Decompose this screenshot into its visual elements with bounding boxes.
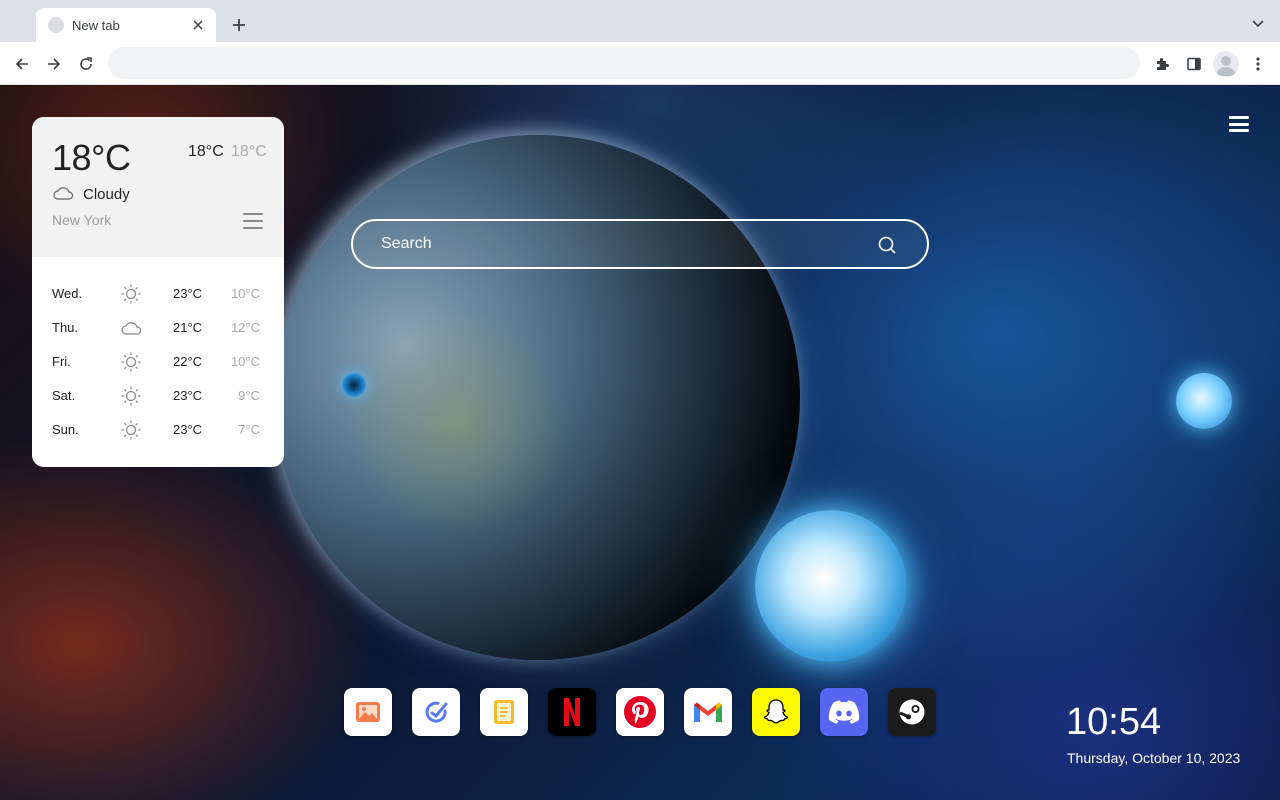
forecast-low: 12°C xyxy=(230,320,260,335)
new-tab-page: 18°C 18°C 18°C Cloudy New York Wed. 23°C… xyxy=(0,85,1280,800)
forecast-row: Sat. 23°C 9°C xyxy=(32,379,284,413)
forecast-high: 23°C xyxy=(173,286,203,301)
tab-new-tab[interactable]: New tab xyxy=(36,8,216,42)
cloud-icon xyxy=(120,317,142,339)
forecast-day: Sat. xyxy=(52,388,76,403)
wallpaper-glowing-orb xyxy=(1176,373,1232,429)
weather-current: 18°C 18°C 18°C Cloudy New York xyxy=(32,117,284,257)
sun-icon xyxy=(120,283,142,305)
tab-strip: New tab xyxy=(0,0,1280,42)
chevron-down-icon[interactable] xyxy=(1250,16,1266,32)
forecast-row: Sun. 23°C 7°C xyxy=(32,413,284,447)
forecast-day: Sun. xyxy=(52,422,79,437)
profile-avatar-icon[interactable] xyxy=(1213,51,1239,77)
new-tab-button[interactable] xyxy=(228,14,250,36)
forecast-day: Wed. xyxy=(52,286,83,301)
sun-icon xyxy=(120,385,142,407)
tab-title: New tab xyxy=(72,17,120,33)
forecast-high: 22°C xyxy=(173,354,203,369)
forecast-low: 10°C xyxy=(230,286,260,301)
search-input[interactable] xyxy=(381,221,861,267)
weather-city: New York xyxy=(52,212,112,228)
photos-app-icon[interactable] xyxy=(344,688,392,736)
forecast-day: Fri. xyxy=(52,354,71,369)
address-bar[interactable] xyxy=(108,47,1140,79)
extensions-puzzle-icon[interactable] xyxy=(1150,52,1174,76)
forward-arrow-icon[interactable] xyxy=(42,52,66,76)
sun-icon xyxy=(120,351,142,373)
forecast-low: 7°C xyxy=(238,422,260,437)
snapchat-app-icon[interactable] xyxy=(752,688,800,736)
forecast-high: 23°C xyxy=(173,422,203,437)
netflix-app-icon[interactable] xyxy=(548,688,596,736)
tasks-app-icon[interactable] xyxy=(412,688,460,736)
side-panel-icon[interactable] xyxy=(1182,52,1206,76)
forecast-high: 21°C xyxy=(173,320,203,335)
gmail-app-icon[interactable] xyxy=(684,688,732,736)
tab-favicon-icon xyxy=(48,17,64,33)
reload-icon[interactable] xyxy=(74,52,98,76)
back-arrow-icon[interactable] xyxy=(10,52,34,76)
wallpaper-glowing-planet xyxy=(755,510,907,662)
clock-date: Thursday, October 10, 2023 xyxy=(1067,750,1241,766)
app-dock xyxy=(344,688,936,736)
forecast-row: Thu. 21°C 12°C xyxy=(32,311,284,345)
close-tab-icon[interactable] xyxy=(190,17,206,33)
more-vert-icon[interactable] xyxy=(1246,52,1270,76)
forecast-day: Thu. xyxy=(52,320,79,335)
cloud-icon xyxy=(52,185,74,201)
search-box xyxy=(351,219,929,269)
today-low: 18°C xyxy=(231,143,267,160)
weather-condition: Cloudy xyxy=(83,186,130,203)
forecast-row: Wed. 23°C 10°C xyxy=(32,277,284,311)
weather-menu-icon[interactable] xyxy=(243,213,263,229)
forecast-low: 9°C xyxy=(238,388,260,403)
wallpaper-small-orb xyxy=(342,373,366,397)
today-high: 18°C xyxy=(188,143,224,160)
forecast-row: Fri. 22°C 10°C xyxy=(32,345,284,379)
notes-app-icon[interactable] xyxy=(480,688,528,736)
forecast-high: 23°C xyxy=(173,388,203,403)
discord-app-icon[interactable] xyxy=(820,688,868,736)
weather-widget: 18°C 18°C 18°C Cloudy New York Wed. 23°C… xyxy=(32,117,284,467)
browser-toolbar xyxy=(0,42,1280,85)
weather-forecast: Wed. 23°C 10°C Thu. 21°C 12°C Fri. 22°C … xyxy=(32,277,284,447)
clock-time: 10:54 xyxy=(1066,701,1162,743)
current-temperature: 18°C xyxy=(52,137,131,178)
pinterest-app-icon[interactable] xyxy=(616,688,664,736)
search-icon[interactable] xyxy=(877,235,897,255)
hamburger-menu-icon[interactable] xyxy=(1229,116,1249,132)
forecast-low: 10°C xyxy=(230,354,260,369)
steam-app-icon[interactable] xyxy=(888,688,936,736)
wallpaper-planet xyxy=(275,135,800,660)
sun-icon xyxy=(120,419,142,441)
